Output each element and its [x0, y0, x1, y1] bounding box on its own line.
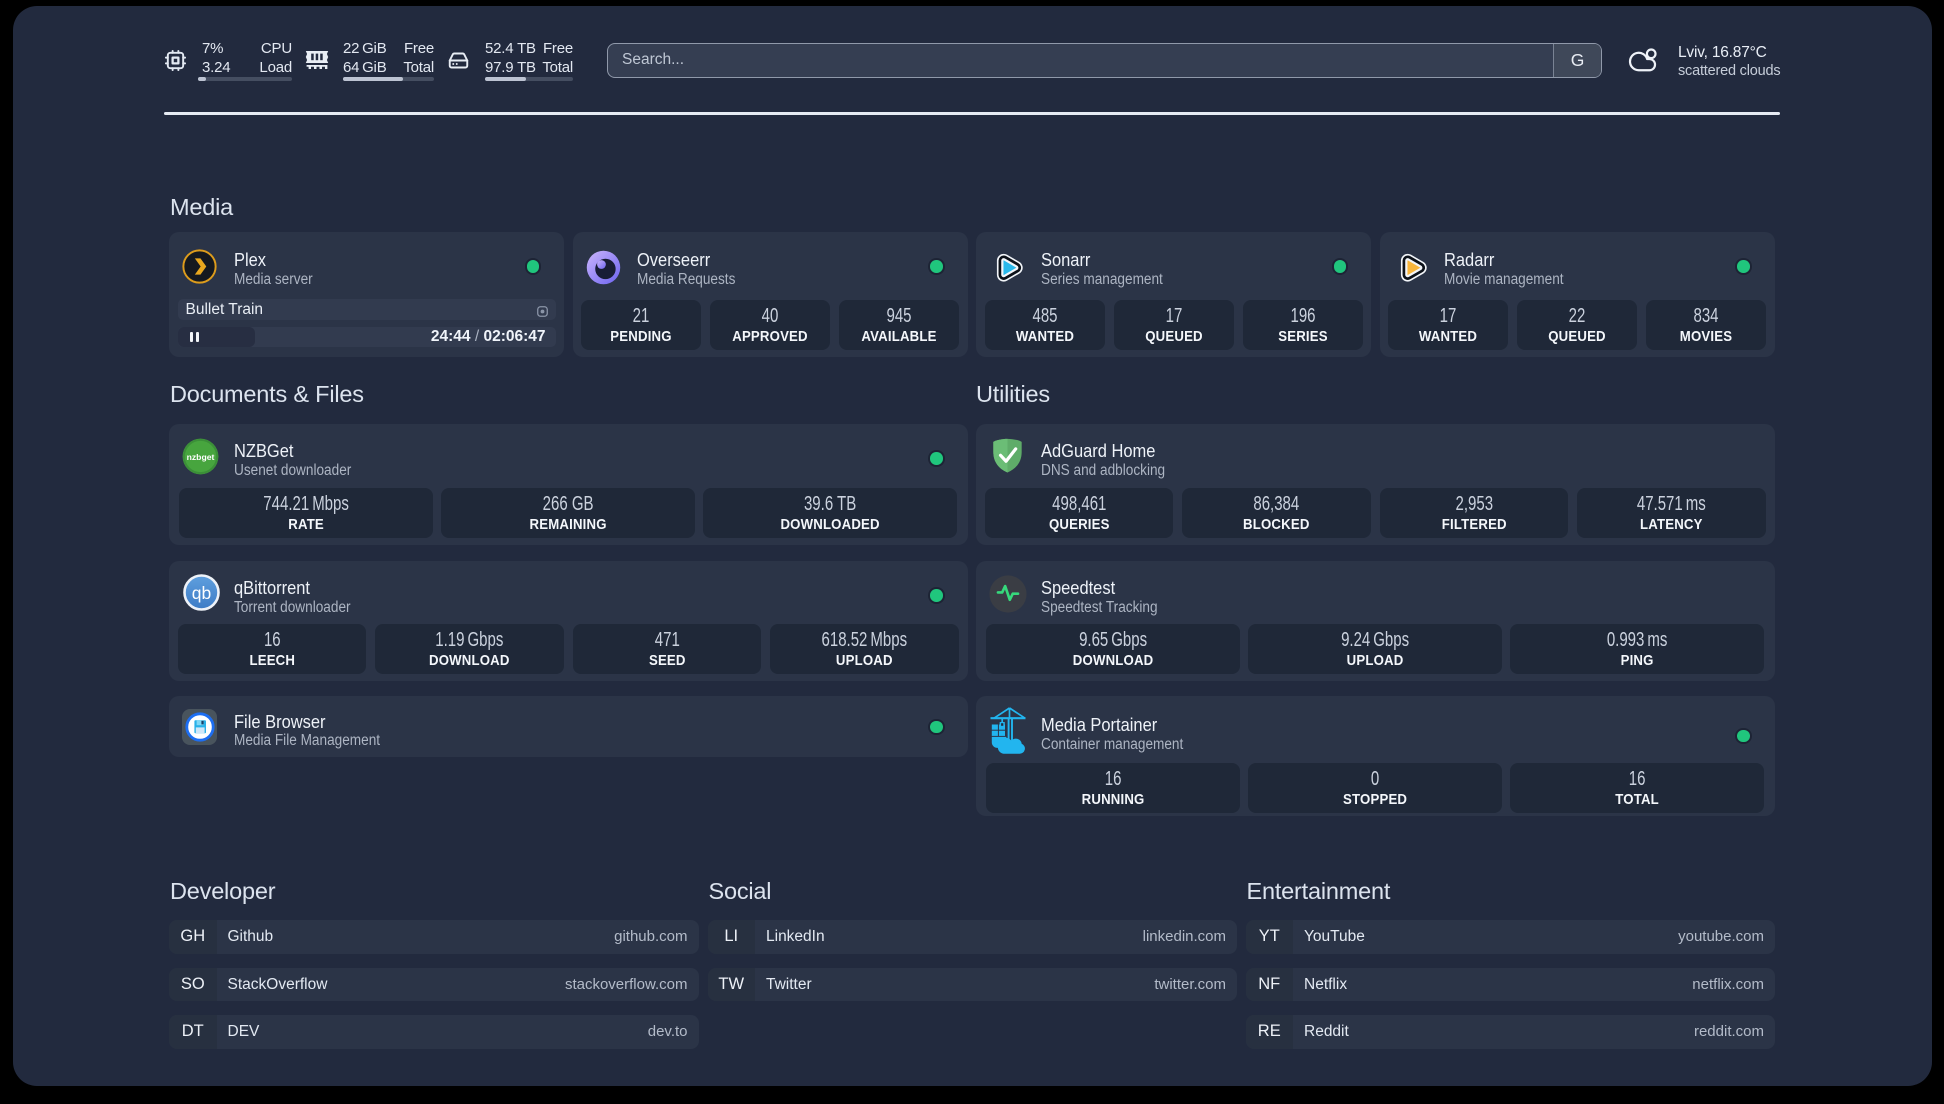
svg-text:nzbget: nzbget — [187, 452, 215, 462]
svg-text:qb: qb — [192, 583, 211, 603]
